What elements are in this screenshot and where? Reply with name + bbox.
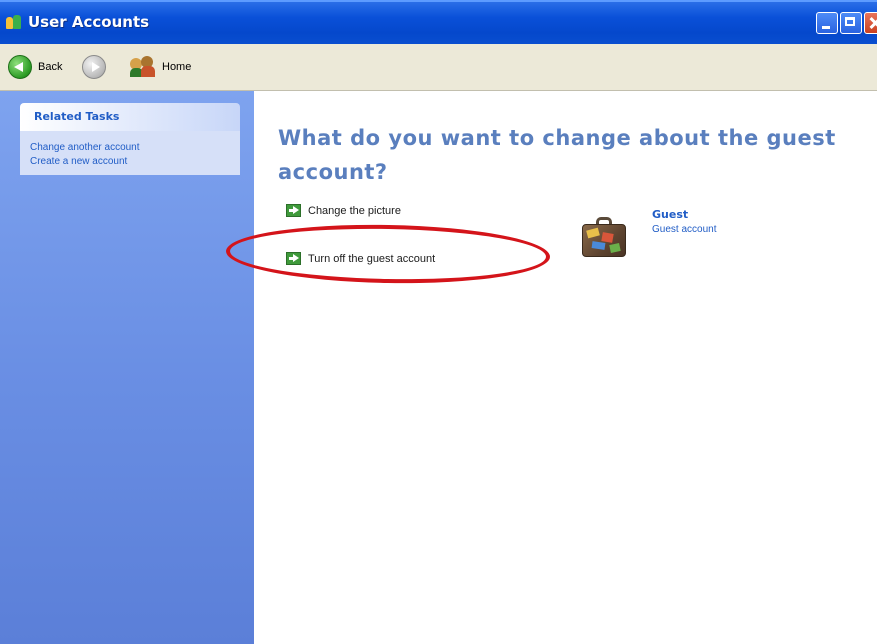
users-icon [130, 56, 156, 78]
page-title: What do you want to change about the gue… [278, 126, 836, 184]
home-button[interactable]: Home [130, 52, 191, 82]
user-accounts-icon [6, 15, 22, 31]
back-label: Back [38, 61, 63, 73]
change-another-account-link[interactable]: Change another account [30, 141, 232, 155]
turn-off-guest-task[interactable]: Turn off the guest account [286, 252, 435, 265]
title-bar[interactable]: User Accounts [0, 0, 877, 46]
toolbar: Back Home [0, 44, 877, 91]
create-new-account-link[interactable]: Create a new account [30, 155, 232, 169]
home-label: Home [162, 61, 192, 73]
forward-arrow-icon [82, 55, 106, 79]
close-button[interactable] [864, 12, 877, 34]
guest-suitcase-icon [582, 217, 628, 259]
maximize-button[interactable] [840, 12, 862, 34]
minimize-button[interactable] [816, 12, 838, 34]
change-picture-label: Change the picture [308, 204, 401, 217]
forward-button[interactable] [82, 52, 106, 82]
back-arrow-icon [8, 55, 32, 79]
user-accounts-window: User Accounts Back Home Related Tasks Ch… [0, 0, 877, 644]
main-content: What do you want to change about the gue… [254, 91, 877, 644]
related-tasks-panel: Related Tasks Change another account Cre… [20, 103, 240, 175]
account-type: Guest account [652, 224, 717, 235]
change-picture-task[interactable]: Change the picture [286, 204, 401, 217]
sidebar: Related Tasks Change another account Cre… [0, 91, 254, 644]
window-title: User Accounts [28, 13, 150, 31]
back-button[interactable]: Back [8, 52, 62, 82]
turn-off-guest-label: Turn off the guest account [308, 252, 436, 265]
account-name: Guest [652, 208, 689, 221]
green-arrow-icon [286, 252, 301, 265]
related-tasks-list: Change another account Create a new acco… [20, 131, 240, 175]
green-arrow-icon [286, 204, 301, 217]
related-tasks-heading: Related Tasks [20, 103, 240, 131]
